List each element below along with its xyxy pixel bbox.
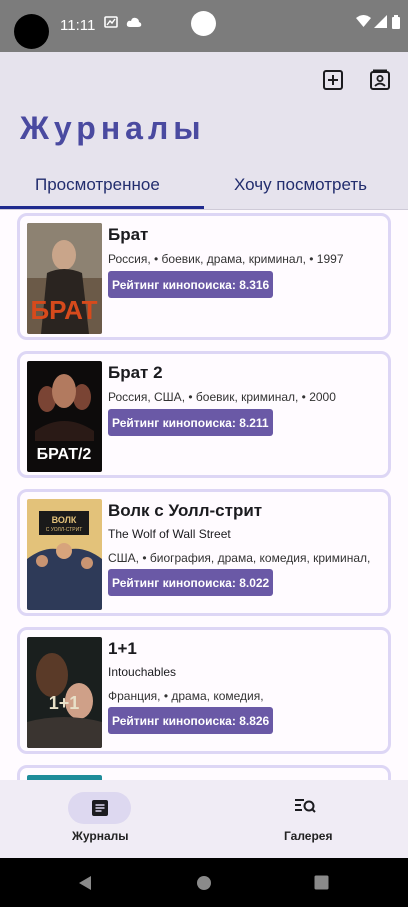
movie-title: Волк с Уолл-стрит: [108, 501, 263, 520]
movie-card[interactable]: 1+1 1+1 Intouchables Франция, • драма, к…: [17, 627, 391, 754]
cloud-icon: [126, 15, 142, 31]
system-navigation-bar: [0, 858, 408, 907]
movie-title: Брат 2: [108, 363, 163, 382]
battery-icon: [392, 15, 400, 32]
rating-badge: Рейтинг кинопоиска: 8.211: [108, 409, 273, 436]
contact-card-icon: [370, 69, 390, 90]
svg-text:БРАТ/2: БРАТ/2: [37, 446, 92, 463]
movie-meta: США, • биография, драма, комедия, кримин…: [108, 551, 371, 565]
movie-list[interactable]: БРАТ Брат Россия, • боевик, драма, крими…: [0, 210, 408, 780]
movie-title: Брат: [108, 225, 149, 244]
svg-text:1+1: 1+1: [49, 693, 80, 713]
plus-box-icon: [323, 70, 343, 90]
movie-poster: ВОЛК С УОЛЛ-СТРИТ: [27, 499, 102, 610]
gallery-notification-icon: [104, 15, 118, 32]
wifi-icon: [356, 15, 371, 31]
movie-card[interactable]: БРАТ Брат Россия, • боевик, драма, крими…: [17, 213, 391, 340]
svg-text:БРАТ: БРАТ: [30, 295, 97, 325]
gallery-search-icon: [295, 799, 316, 813]
status-bar: 11:11: [0, 0, 408, 52]
movie-meta: Франция, • драма, комедия,: [108, 689, 264, 703]
movie-card[interactable]: БРАТ/2 Брат 2 Россия, США, • боевик, кри…: [17, 351, 391, 478]
movie-card[interactable]: ВОЛК С УОЛЛ-СТРИТ Волк с Уолл-стрит The …: [17, 489, 391, 616]
back-icon[interactable]: [77, 875, 93, 891]
page-title: Журналы: [20, 110, 206, 146]
tab-watched[interactable]: Просмотренное: [35, 175, 160, 195]
movie-meta: Россия, США, • боевик, криминал, • 2000: [108, 390, 336, 404]
movie-original-title: Intouchables: [108, 665, 177, 679]
bottom-navigation: Журналы Галерея: [0, 780, 408, 858]
journal-icon: [91, 800, 108, 816]
nav-label-gallery[interactable]: Галерея: [284, 829, 332, 843]
account-button[interactable]: [368, 68, 392, 92]
rating-badge: Рейтинг кинопоиска: 8.316: [108, 271, 274, 298]
movie-original-title: The Wolf of Wall Street: [108, 527, 231, 541]
signal-icon: [374, 15, 387, 31]
home-icon[interactable]: [196, 875, 212, 891]
movie-title: 1+1: [108, 639, 137, 658]
front-camera-dot: [191, 11, 216, 36]
svg-text:С УОЛЛ-СТРИТ: С УОЛЛ-СТРИТ: [46, 527, 83, 533]
add-button[interactable]: [321, 68, 345, 92]
status-time: 11:11: [60, 17, 96, 34]
rating-badge: Рейтинг кинопоиска: 8.022: [108, 569, 274, 596]
movie-meta: Россия, • боевик, драма, криминал, • 199…: [108, 252, 344, 266]
nav-label-journals[interactable]: Журналы: [72, 829, 128, 843]
rating-badge: Рейтинг кинопоиска: 8.826: [108, 707, 274, 734]
nav-item-journals[interactable]: [68, 792, 131, 824]
svg-text:ВОЛК: ВОЛК: [52, 515, 77, 525]
movie-poster: 1+1: [27, 637, 102, 748]
tab-want-to-watch[interactable]: Хочу посмотреть: [234, 175, 367, 195]
movie-poster: БРАТ/2: [27, 361, 102, 472]
recents-icon[interactable]: [314, 875, 329, 890]
nav-item-gallery[interactable]: [294, 797, 316, 820]
movie-poster: БРАТ: [27, 223, 102, 334]
movie-card[interactable]: [17, 765, 391, 780]
camera-cutout: [14, 14, 49, 49]
